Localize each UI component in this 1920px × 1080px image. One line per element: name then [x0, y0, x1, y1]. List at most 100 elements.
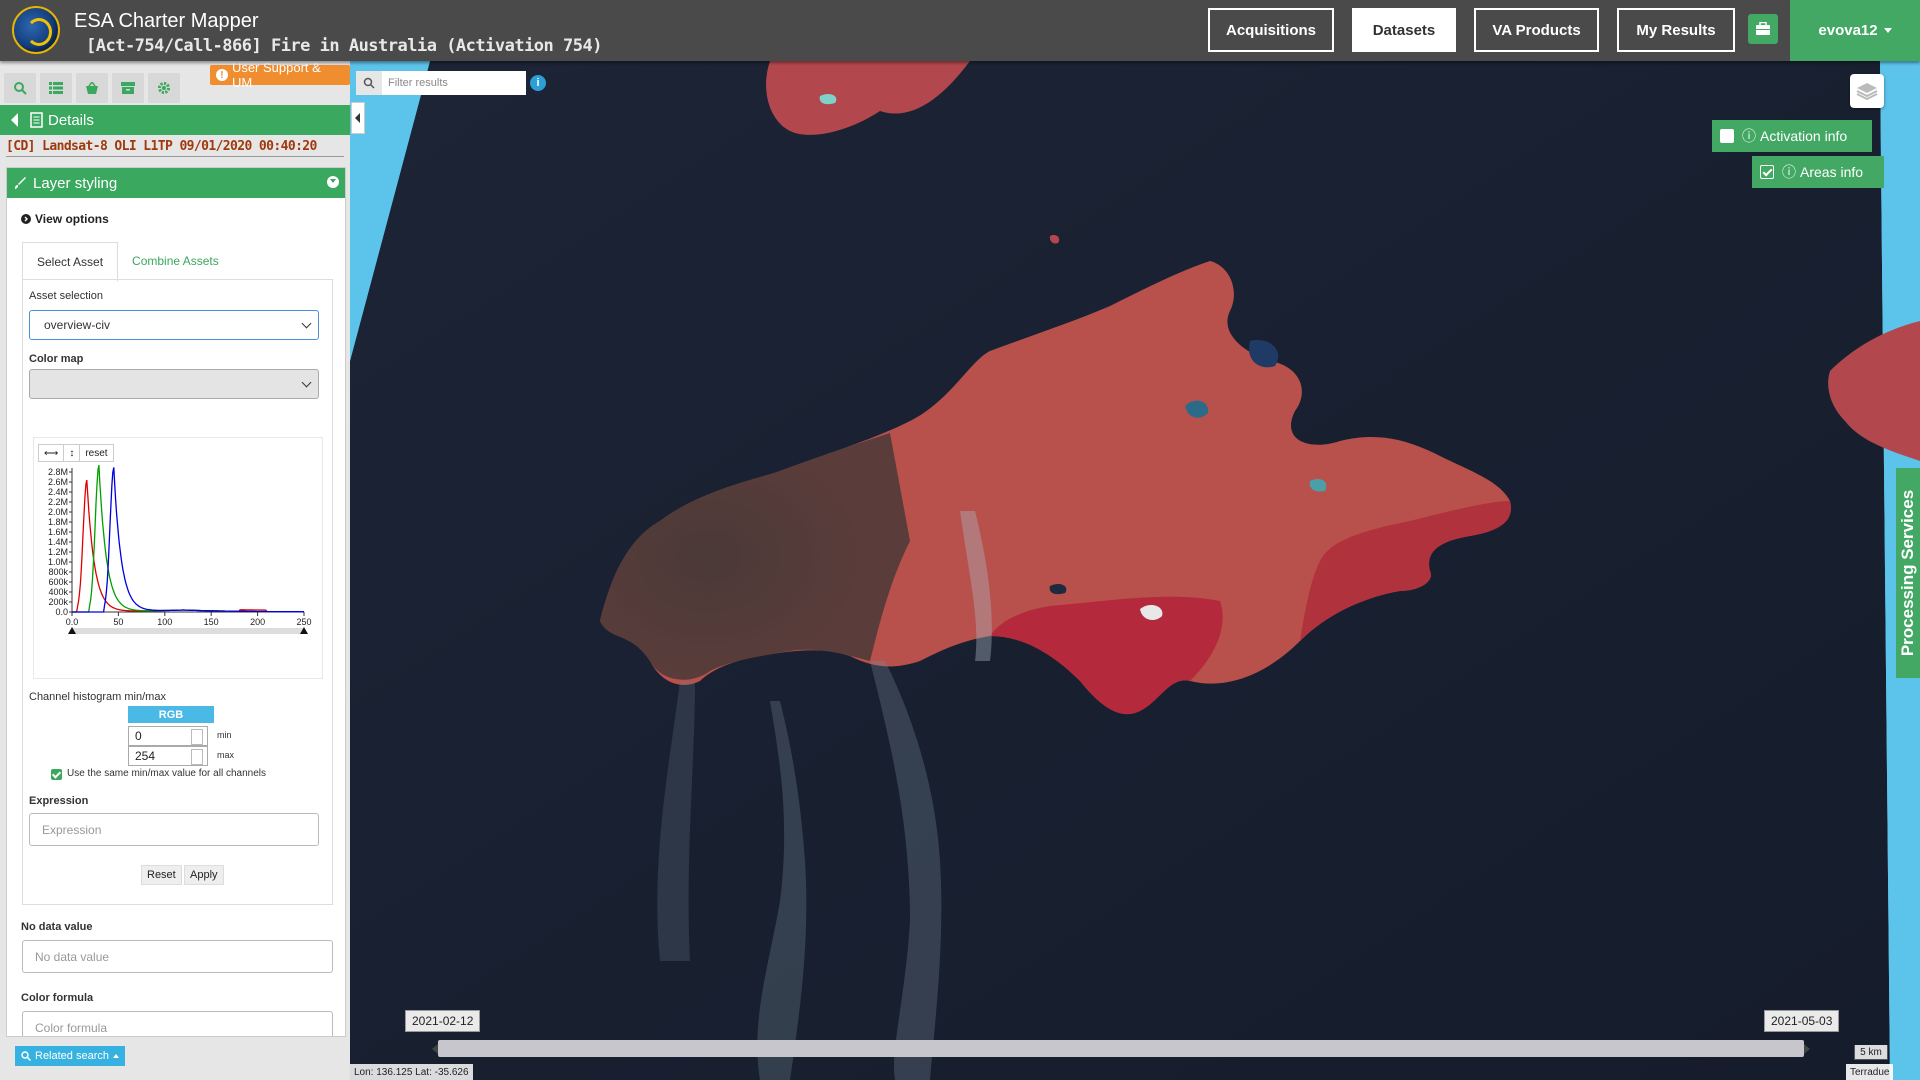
chevron-down-icon: [301, 377, 312, 388]
histogram-y-tick-label: 1.4M: [48, 537, 68, 547]
asset-select[interactable]: overview-civ: [29, 310, 319, 340]
dataset-title: [CD] Landsat-8 OLI L1TP 09/01/2020 00:40…: [6, 139, 344, 157]
areas-info-checkbox[interactable]: [1760, 165, 1774, 179]
info-icon: !: [216, 69, 228, 81]
timeline-slider[interactable]: [432, 1040, 1810, 1057]
rgb-channel-badge[interactable]: RGB: [128, 706, 214, 723]
min-input-value: 0: [135, 729, 142, 743]
filter-results-input[interactable]: Filter results: [382, 71, 526, 95]
archive-icon[interactable]: [112, 73, 144, 103]
filter-bar: Filter results i: [356, 71, 546, 95]
histogram-y-tick-label: 2.8M: [48, 467, 68, 477]
histogram-toolbar: ⟷ ↕ reset: [38, 444, 114, 462]
max-input[interactable]: 254: [128, 746, 208, 766]
pan-horizontal-icon[interactable]: ⟷: [39, 445, 65, 461]
nav-va-products[interactable]: VA Products: [1474, 8, 1599, 52]
view-options-label: View options: [35, 212, 109, 226]
search-icon: [21, 1051, 31, 1061]
histogram-y-tick-label: 1.0M: [48, 557, 68, 567]
nav-my-results[interactable]: My Results: [1617, 8, 1735, 52]
processing-services-label: Processing Services: [1898, 489, 1918, 657]
search-icon[interactable]: [4, 73, 36, 103]
spinner-icon[interactable]: [191, 749, 203, 765]
map-view[interactable]: ⓘ Activation info ⓘ Areas info: [350, 61, 1920, 1080]
asset-select-value: overview-civ: [44, 318, 111, 332]
max-label: max: [217, 750, 235, 760]
briefcase-icon[interactable]: [1748, 14, 1778, 44]
coordinates-readout: Lon: 136.125 Lat: -35.626: [350, 1064, 473, 1080]
processing-services-tab[interactable]: Processing Services: [1896, 468, 1920, 678]
info-icon: ⓘ: [1782, 164, 1796, 180]
activation-subtitle: [Act-754/Call-866] Fire in Australia (Ac…: [86, 36, 602, 56]
histogram-x-tick-label: 0.0: [66, 617, 79, 627]
layer-styling-panel: Layer styling View options Select Asset …: [6, 167, 346, 1037]
timeline-end-label: 2021-05-03: [1764, 1010, 1840, 1032]
histogram-reset-button[interactable]: reset: [80, 445, 112, 461]
color-map-select[interactable]: [29, 369, 319, 399]
histogram: ⟷ ↕ reset 2.8M 2.6M 2.4M 2.2M 2.0M 1.8M 1.6M 1.…: [33, 437, 323, 679]
basket-icon[interactable]: [76, 73, 108, 103]
expression-label: Expression: [29, 795, 89, 807]
histogram-y-tick-label: 2.0M: [48, 507, 68, 517]
spinner-icon[interactable]: [191, 729, 203, 745]
tab-combine-assets[interactable]: Combine Assets: [118, 242, 233, 280]
select-asset-body: Asset selection overview-civ Color map ⟷…: [22, 279, 333, 905]
details-label: Details: [48, 111, 94, 129]
histogram-y-tick-label: 2.4M: [48, 487, 68, 497]
same-minmax-label: Use the same min/max value for all chann…: [67, 768, 266, 779]
same-minmax-checkbox[interactable]: [51, 769, 62, 780]
chevron-down-icon: [301, 318, 312, 329]
layers-icon[interactable]: [1850, 74, 1884, 108]
pan-vertical-icon[interactable]: ↕: [64, 445, 81, 461]
collapse-icon[interactable]: [327, 176, 339, 188]
histogram-x-tick-label: 200: [250, 617, 265, 627]
back-arrow-icon[interactable]: [8, 111, 28, 129]
info-icon[interactable]: i: [530, 75, 546, 91]
histogram-series-2: [72, 467, 304, 613]
sidebar-collapse-tab[interactable]: [351, 102, 365, 134]
asset-tabs: Select Asset Combine Assets: [22, 242, 233, 282]
timeline-start-label: 2021-02-12: [405, 1010, 481, 1032]
activation-info-button[interactable]: ⓘ Activation info: [1712, 120, 1872, 152]
related-search-button[interactable]: Related search: [15, 1046, 125, 1066]
activation-info-checkbox[interactable]: [1720, 129, 1734, 143]
user-support-label: User Support & UM: [231, 60, 321, 90]
histogram-range-slider[interactable]: [72, 628, 304, 634]
tab-select-asset[interactable]: Select Asset: [22, 242, 119, 282]
reset-button[interactable]: Reset: [141, 865, 182, 885]
timeline-start-handle[interactable]: [432, 1044, 438, 1054]
list-icon[interactable]: [40, 73, 72, 103]
no-data-input[interactable]: No data value: [22, 940, 333, 973]
histogram-y-tick-label: 200k: [48, 597, 68, 607]
info-icon: ⓘ: [1742, 128, 1756, 144]
esa-charter-logo[interactable]: [12, 6, 60, 54]
expression-input[interactable]: Expression: [29, 813, 319, 846]
layer-styling-title: Layer styling: [33, 174, 118, 192]
histogram-y-tick-label: 2.6M: [48, 477, 68, 487]
histogram-y-tick-label: 1.6M: [48, 527, 68, 537]
apply-button[interactable]: Apply: [184, 865, 224, 885]
chevron-left-icon: [355, 113, 360, 123]
caret-up-icon: [113, 1054, 119, 1058]
areas-info-button[interactable]: ⓘ Areas info: [1752, 156, 1884, 188]
satellite-image[interactable]: [350, 61, 1920, 1080]
timeline-end-handle[interactable]: [1804, 1044, 1810, 1054]
nav-datasets[interactable]: Datasets: [1352, 8, 1456, 52]
related-search-label: Related search: [35, 1050, 109, 1062]
min-input[interactable]: 0: [128, 726, 208, 746]
histogram-y-tick-label: 2.2M: [48, 497, 68, 507]
details-bar[interactable]: Details: [0, 105, 350, 135]
color-map-label: Color map: [29, 353, 84, 365]
user-name: evova12: [1818, 22, 1878, 39]
user-menu[interactable]: evova12: [1790, 0, 1920, 61]
search-icon[interactable]: [356, 71, 382, 95]
nav-acquisitions[interactable]: Acquisitions: [1208, 8, 1334, 52]
asset-selection-label: Asset selection: [29, 290, 103, 302]
user-support-button[interactable]: ! User Support & UM: [210, 60, 350, 90]
histogram-x-tick-label: 50: [113, 617, 123, 627]
areas-info-label: Areas info: [1800, 164, 1864, 180]
scale-bar: 5 km: [1854, 1045, 1888, 1060]
gear-icon[interactable]: [148, 73, 180, 103]
color-formula-input[interactable]: Color formula: [22, 1011, 333, 1036]
layer-styling-header[interactable]: Layer styling: [7, 168, 345, 198]
